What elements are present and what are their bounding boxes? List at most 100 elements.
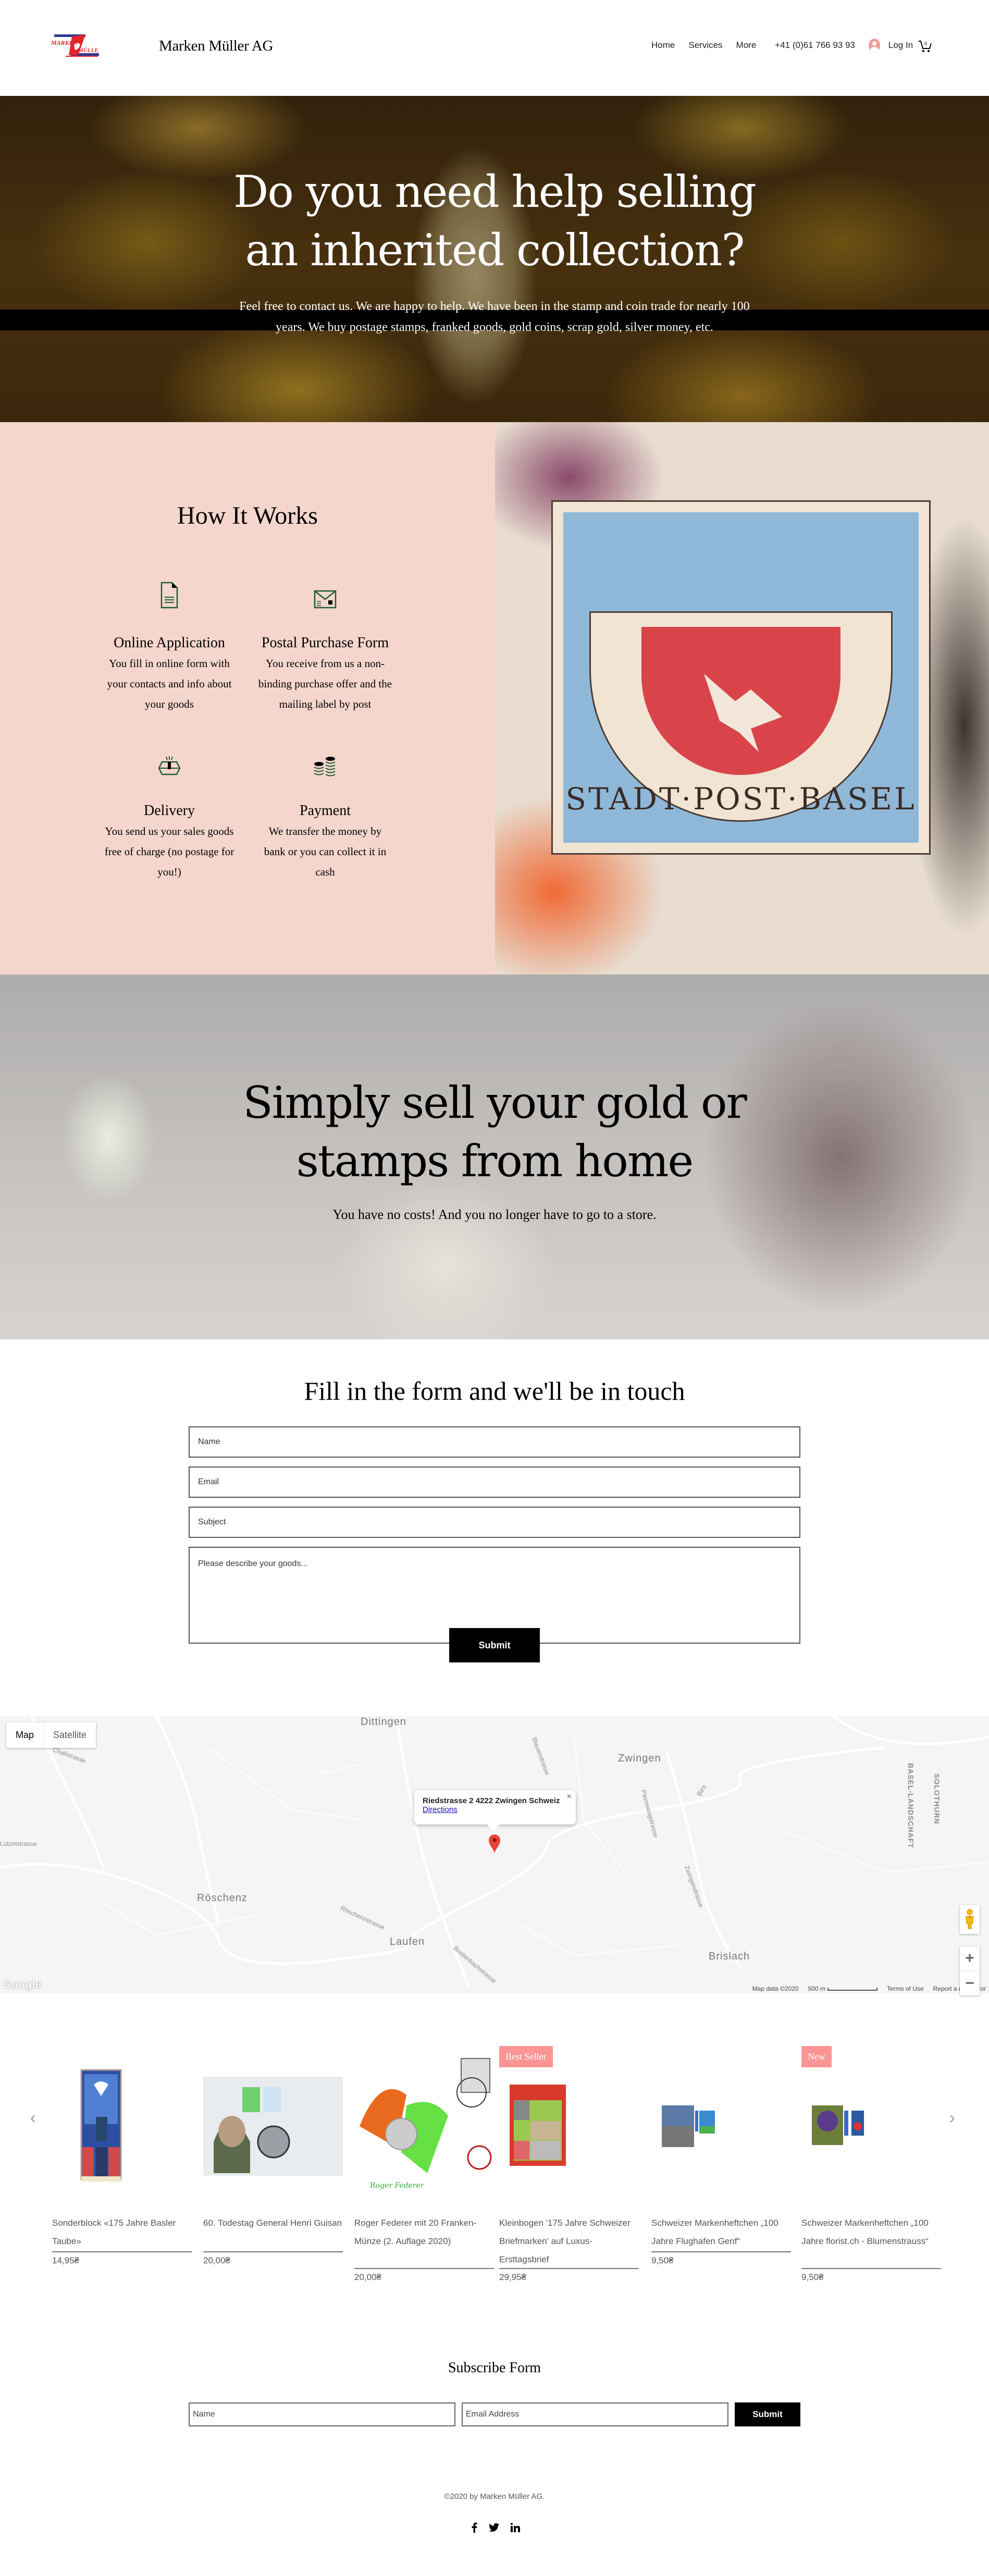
step-payment: Payment We transfer the money by bank or…	[257, 745, 393, 882]
svg-text:MARKEN: MARKEN	[51, 39, 79, 46]
basel-dove-stamp-image: STADT·POST·BASEL	[495, 422, 989, 975]
sell-from-home-section: Simply sell your gold or stamps from hom…	[0, 975, 989, 1339]
contact-form-title: Fill in the form and we'll be in touch	[304, 1376, 685, 1406]
map-label-laufen: Laufen	[390, 1936, 425, 1948]
step-title: Payment	[300, 803, 351, 819]
product-name[interactable]: Schweizer Markenheftchen „100 Jahre Flug…	[651, 2214, 791, 2250]
terms-link[interactable]: Terms of Use	[887, 1985, 924, 1992]
best-seller-badge: Best Seller	[499, 2046, 553, 2067]
directions-link[interactable]: Directions	[423, 1805, 567, 1814]
sell-title-line1: Simply sell your gold or	[243, 1077, 747, 1128]
map-address: Riedstrasse 2 4222 Zwingen Schweiz	[423, 1796, 560, 1805]
step-online-application: Online Application You fill in online fo…	[102, 577, 237, 714]
map-type-map[interactable]: Map	[6, 1722, 44, 1748]
product-price: 20,00₴	[354, 2272, 381, 2282]
map-label-luetzelstrasse: Lützelstrasse	[0, 1840, 37, 1847]
map-roads	[0, 1716, 989, 1988]
site-header: MARKEN MÜLLER Marken Müller AG Home Serv…	[0, 0, 989, 96]
product-divider	[203, 2251, 343, 2252]
hero-title-line1: Do you need help selling	[233, 166, 757, 217]
svg-text:Roger Federer: Roger Federer	[369, 2181, 425, 2190]
product-image[interactable]	[801, 2053, 941, 2193]
product-price: 20,00₴	[203, 2255, 230, 2265]
step-title: Delivery	[144, 803, 195, 819]
map-type-toggle: Map Satellite	[6, 1722, 96, 1748]
product-name[interactable]: Kleinbogen '175 Jahre Schweizer Briefmar…	[499, 2214, 639, 2269]
carousel-next-arrow[interactable]: ›	[949, 2108, 955, 2127]
zoom-in-button[interactable]: +	[960, 1946, 980, 1971]
product-image[interactable]	[52, 2053, 192, 2193]
cart-count: 0	[924, 41, 927, 47]
product-name[interactable]: Roger Federer mit 20 Franken-Münze (2. A…	[354, 2214, 494, 2250]
phone-number: +41 (0)61 766 93 93	[775, 40, 855, 50]
close-icon[interactable]: ×	[567, 1792, 572, 1802]
subscribe-submit-button[interactable]: Submit	[735, 2402, 800, 2426]
how-it-works-section: How It Works Online Application You fill…	[0, 422, 495, 975]
product-image[interactable]	[499, 2053, 639, 2193]
map-label-roeschenz: Röschenz	[197, 1892, 248, 1904]
stamp: STADT·POST·BASEL	[551, 500, 931, 855]
carousel-prev-arrow[interactable]: ‹	[30, 2108, 36, 2127]
user-avatar-icon[interactable]	[868, 39, 880, 52]
map-label-zwingen: Zwingen	[618, 1753, 661, 1764]
nav-services[interactable]: Services	[688, 40, 722, 51]
map-pin-icon[interactable]	[488, 1834, 501, 1854]
sell-title-line2: stamps from home	[296, 1136, 694, 1187]
product-name[interactable]: 60. Todestag General Henri Guisan	[203, 2214, 343, 2232]
svg-text:MÜLLER: MÜLLER	[78, 47, 99, 54]
hero-section: Do you need help selling an inherited co…	[0, 96, 989, 422]
name-field[interactable]: Name	[189, 1426, 800, 1458]
product-price: 29,95₴	[499, 2272, 526, 2282]
map-label-basel-landschaft: BASEL-LANDSCHAFT	[907, 1763, 915, 1848]
product-image[interactable]: Roger Federer	[354, 2053, 494, 2193]
step-title: Online Application	[114, 635, 225, 651]
product-price: 9,50₴	[801, 2272, 824, 2282]
map-scale: 500 m	[808, 1985, 877, 1992]
social-links	[471, 2522, 520, 2535]
location-map[interactable]: Dittingen Zwingen Röschenz Laufen Brisla…	[0, 1716, 989, 1993]
subscribe-name-field[interactable]: Name	[189, 2402, 455, 2426]
how-it-works-title: How It Works	[177, 502, 318, 529]
step-title: Postal Purchase Form	[261, 635, 389, 651]
step-text: You fill in online form with your contac…	[107, 657, 232, 710]
email-field[interactable]: Email	[189, 1466, 800, 1498]
product-name[interactable]: Sonderblock «175 Jahre Basler Taube»	[52, 2214, 192, 2250]
hero-title-line2: an inherited collection?	[245, 225, 745, 276]
zoom-out-button[interactable]: −	[960, 1971, 980, 1995]
contact-submit-button[interactable]: Submit	[449, 1628, 540, 1662]
product-image[interactable]	[651, 2053, 791, 2193]
new-badge: New	[801, 2046, 832, 2067]
login-link[interactable]: Log In	[888, 40, 913, 51]
product-name[interactable]: Schweizer Markenheftchen „100 Jahre flor…	[801, 2214, 941, 2250]
map-data-text: Map data ©2020	[752, 1985, 799, 1992]
product-image[interactable]	[203, 2053, 343, 2193]
company-logo[interactable]: MARKEN MÜLLER	[51, 32, 102, 58]
map-type-satellite[interactable]: Satellite	[44, 1722, 96, 1748]
cart-icon[interactable]: 0	[918, 39, 932, 52]
product-divider	[801, 2268, 941, 2269]
street-view-pegman-icon[interactable]	[960, 1905, 980, 1934]
product-divider	[651, 2251, 791, 2252]
linkedin-icon[interactable]	[511, 2523, 520, 2535]
nav-home[interactable]: Home	[651, 40, 675, 51]
google-logo: Google	[2, 1978, 42, 1991]
coins-icon	[257, 745, 393, 777]
step-text: We transfer the money by bank or you can…	[264, 825, 387, 878]
map-info-window: Riedstrasse 2 4222 Zwingen Schweiz Direc…	[414, 1790, 576, 1831]
hero-title: Do you need help selling an inherited co…	[0, 163, 989, 279]
package-icon	[102, 745, 237, 777]
sell-from-home-title: Simply sell your gold or stamps from hom…	[0, 1074, 989, 1190]
step-text: You receive from us a non-binding purcha…	[258, 657, 392, 710]
brand-name: Marken Müller AG	[159, 38, 274, 54]
facebook-icon[interactable]	[471, 2522, 477, 2535]
map-zoom-control: + −	[960, 1946, 980, 1995]
main-nav: Home Services More +41 (0)61 766 93 93 L…	[651, 39, 932, 52]
step-text: You send us your sales goods free of cha…	[104, 825, 234, 878]
map-footer: Map data ©2020 500 m Terms of Use Report…	[749, 1984, 989, 1993]
document-icon	[102, 577, 237, 609]
nav-more[interactable]: More	[736, 40, 757, 51]
product-price: 14,95₴	[52, 2255, 79, 2265]
subscribe-email-field[interactable]: Email Address	[462, 2402, 728, 2426]
twitter-icon[interactable]	[489, 2523, 499, 2535]
subject-field[interactable]: Subject	[189, 1507, 800, 1538]
